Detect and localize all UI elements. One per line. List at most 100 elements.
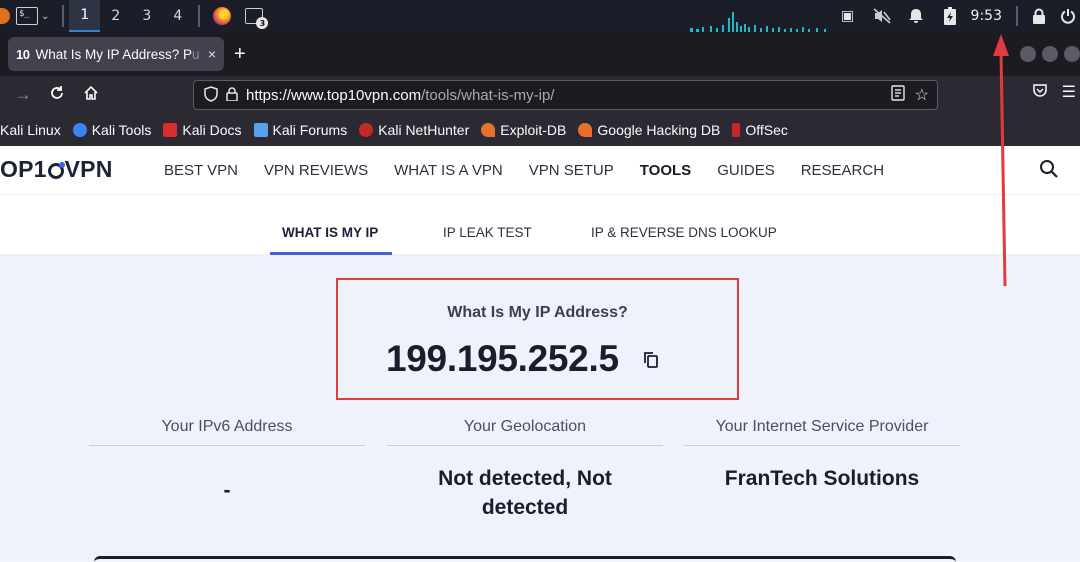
- system-panel: $_ ⌄ 1 2 3 4 3 ▣ 9:53: [0, 0, 1080, 32]
- power-icon[interactable]: [1056, 0, 1080, 32]
- panel-separator: [198, 5, 201, 27]
- menu-guides[interactable]: GUIDES: [717, 162, 775, 179]
- clock[interactable]: 9:53: [967, 8, 1012, 24]
- url-bar[interactable]: https://www.top10vpn.com/tools/what-is-m…: [193, 80, 938, 110]
- lock-icon[interactable]: [226, 86, 238, 104]
- workspace-3[interactable]: 3: [131, 0, 162, 32]
- menu-vpn-setup[interactable]: VPN SETUP: [529, 162, 614, 179]
- workspace-1[interactable]: 1: [69, 0, 101, 32]
- browser-tab-strip: 10 What Is My IP Address? Pu × +: [0, 32, 1080, 76]
- close-tab-icon[interactable]: ×: [208, 46, 216, 62]
- tracking-protection-icon[interactable]: [204, 85, 218, 105]
- bookmarks-toolbar: Kali Linux Kali Tools Kali Docs Kali For…: [0, 114, 1080, 146]
- tab-what-is-my-ip[interactable]: WHAT IS MY IP: [282, 225, 378, 240]
- reload-icon[interactable]: [40, 85, 74, 106]
- ip-question: What Is My IP Address?: [447, 304, 628, 321]
- ipv6-value: -: [223, 479, 231, 502]
- menu-icon[interactable]: ☰: [1062, 82, 1076, 103]
- ipv6-label: Your IPv6 Address: [89, 418, 365, 446]
- terminal-taskbar-icon[interactable]: 3: [245, 8, 269, 29]
- panel-separator: [1016, 6, 1018, 26]
- bookmark-kali-tools[interactable]: Kali Tools: [72, 122, 152, 138]
- browser-navbar: → https://www.top10vpn.com/tools/what-is…: [0, 76, 1080, 114]
- window-controls: [1020, 46, 1080, 62]
- battery-icon[interactable]: [933, 0, 967, 32]
- lock-screen-icon[interactable]: [1022, 0, 1056, 32]
- tab-title: What Is My IP Address? Pu: [35, 46, 200, 62]
- bookmark-label: Google Hacking DB: [597, 122, 721, 138]
- window-count-badge: 3: [256, 17, 269, 29]
- active-tab-underline: [270, 252, 392, 255]
- bookmark-label: Kali Linux: [0, 122, 61, 138]
- home-icon[interactable]: [74, 85, 108, 106]
- exploit-db-icon: [481, 123, 496, 137]
- workspace-4[interactable]: 4: [162, 0, 193, 32]
- isp-label: Your Internet Service Provider: [684, 418, 960, 446]
- bookmark-label: Kali Forums: [272, 122, 348, 138]
- back-icon[interactable]: →: [6, 85, 40, 105]
- bookmark-google-hacking-db[interactable]: Google Hacking DB: [578, 122, 720, 138]
- bookmark-star-icon[interactable]: ☆: [915, 85, 929, 106]
- geolocation-column: Your Geolocation Not detected, Not detec…: [387, 418, 663, 522]
- main-menu: BEST VPN VPN REVIEWS WHAT IS A VPN VPN S…: [164, 162, 910, 179]
- site-logo[interactable]: OP1 VPN: [0, 156, 113, 183]
- isp-value: FranTech Solutions: [724, 467, 920, 490]
- tab-favicon: 10: [16, 46, 30, 62]
- window-icon[interactable]: ▣: [831, 0, 865, 32]
- terminal-launcher-icon[interactable]: $_: [16, 7, 38, 25]
- bookmark-offsec[interactable]: OffSec: [732, 122, 788, 138]
- kali-tools-icon: [72, 123, 87, 137]
- bell-icon[interactable]: [899, 0, 933, 32]
- menu-vpn-reviews[interactable]: VPN REVIEWS: [264, 162, 368, 179]
- bookmark-label: Kali Tools: [91, 122, 152, 138]
- menu-best-vpn[interactable]: BEST VPN: [164, 162, 238, 179]
- ipv6-column: Your IPv6 Address -: [89, 418, 365, 505]
- panel-separator: [62, 5, 65, 27]
- bookmark-label: Kali NetHunter: [378, 122, 470, 138]
- logo-o-icon: [47, 162, 65, 179]
- geolocation-label: Your Geolocation: [387, 418, 663, 446]
- workspace-2[interactable]: 2: [100, 0, 131, 32]
- bookmark-kali-forums[interactable]: Kali Forums: [253, 122, 348, 138]
- kali-menu-icon[interactable]: [0, 8, 10, 24]
- firefox-taskbar-icon[interactable]: [213, 7, 232, 25]
- bookmark-label: Exploit-DB: [500, 122, 567, 138]
- bookmark-exploit-db[interactable]: Exploit-DB: [481, 122, 566, 138]
- mute-icon[interactable]: [865, 0, 899, 32]
- geolocation-value: Not detected, Not detected: [438, 467, 612, 519]
- site-header: OP1 VPN BEST VPN VPN REVIEWS WHAT IS A VP…: [0, 146, 1080, 194]
- tab-reverse-dns-lookup[interactable]: IP & REVERSE DNS LOOKUP: [591, 225, 777, 240]
- ip-address-value: 199.195.252.5: [386, 338, 619, 379]
- url-host: https://www.top10vpn.com: [246, 86, 422, 104]
- next-section-card-edge: [94, 556, 956, 562]
- ip-highlight-box: What Is My IP Address? 199.195.252.5: [336, 278, 739, 400]
- tools-subnav: WHAT IS MY IP IP LEAK TEST IP & REVERSE …: [0, 194, 1080, 255]
- bookmark-kali-nethunter[interactable]: Kali NetHunter: [359, 122, 469, 138]
- menu-research[interactable]: RESEARCH: [801, 162, 884, 179]
- reader-view-icon[interactable]: [890, 85, 905, 106]
- new-tab-button[interactable]: +: [234, 44, 246, 64]
- browser-tab[interactable]: 10 What Is My IP Address? Pu ×: [8, 37, 224, 71]
- chevron-down-icon[interactable]: ⌄: [41, 11, 49, 22]
- maximize-button[interactable]: [1042, 46, 1058, 62]
- web-page: OP1 VPN BEST VPN VPN REVIEWS WHAT IS A VP…: [0, 146, 1080, 559]
- url-path: /tools/what-is-my-ip/: [421, 86, 555, 104]
- kali-forums-icon: [253, 123, 268, 137]
- pocket-icon[interactable]: [1032, 82, 1048, 103]
- isp-column: Your Internet Service Provider FranTech …: [684, 418, 960, 493]
- bookmark-label: OffSec: [745, 122, 788, 138]
- kali-nethunter-icon: [359, 123, 374, 137]
- offsec-icon: [732, 123, 741, 137]
- menu-what-is-a-vpn[interactable]: WHAT IS A VPN: [394, 162, 503, 179]
- kali-docs-icon: [163, 123, 178, 137]
- menu-tools[interactable]: TOOLS: [640, 162, 691, 179]
- tab-ip-leak-test[interactable]: IP LEAK TEST: [443, 225, 532, 240]
- minimize-button[interactable]: [1020, 46, 1036, 62]
- close-window-button[interactable]: [1064, 46, 1080, 62]
- ghdb-icon: [578, 123, 593, 137]
- bookmark-kali-docs[interactable]: Kali Docs: [163, 122, 242, 138]
- bookmark-kali-linux[interactable]: Kali Linux: [0, 122, 61, 138]
- copy-icon[interactable]: [643, 351, 659, 369]
- search-icon[interactable]: [1038, 158, 1060, 180]
- cpu-graph: [690, 12, 826, 32]
